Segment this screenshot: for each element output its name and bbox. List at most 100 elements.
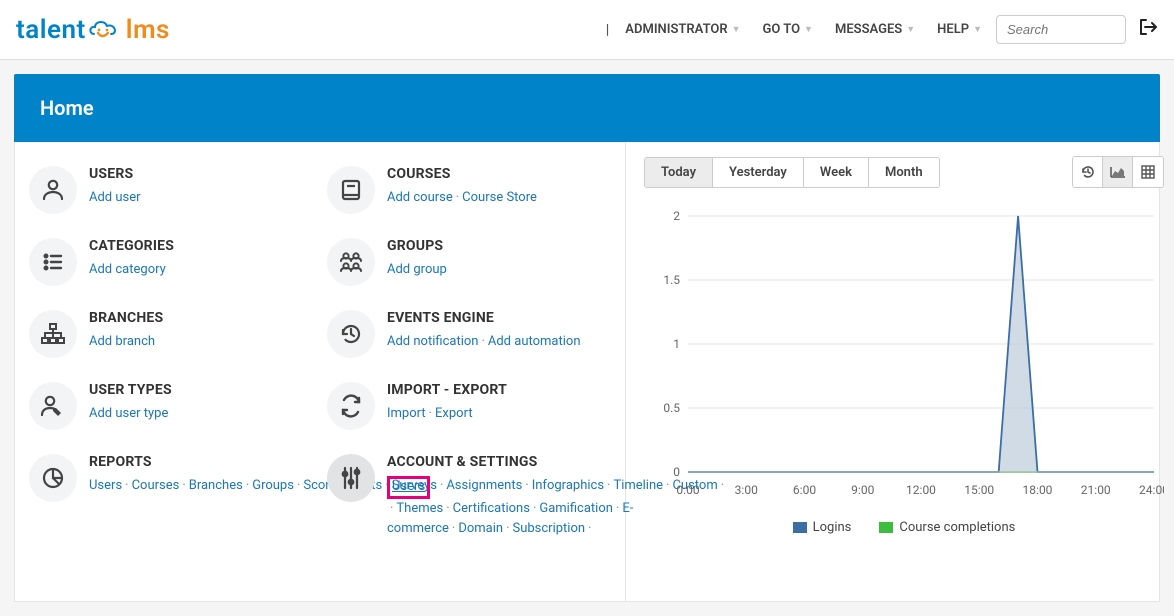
nav-administrator[interactable]: ADMINISTRATOR ▼ (617, 16, 748, 43)
svg-text:18:00: 18:00 (1023, 483, 1053, 497)
svg-text:21:00: 21:00 (1081, 483, 1111, 497)
topbar: talent lms | ADMINISTRATOR ▼ GO TO ▼ MES… (0, 0, 1174, 60)
tree-icon[interactable] (29, 310, 77, 358)
logout-icon[interactable] (1132, 18, 1158, 41)
book-icon[interactable] (327, 166, 375, 214)
widget-events-links: Add notification·Add automation (387, 332, 581, 353)
widget-account-title: ACCOUNT & SETTINGS (387, 454, 607, 470)
link[interactable]: Add notification (387, 334, 478, 349)
range-selector: TodayYesterdayWeekMonth (644, 157, 940, 188)
widget-reports-title: REPORTS (89, 454, 309, 470)
link[interactable]: Add category (89, 262, 166, 277)
svg-text:12:00: 12:00 (906, 483, 936, 497)
nav-administrator-label: ADMINISTRATOR (625, 22, 727, 37)
highlighted-link: Users (387, 476, 430, 499)
nav-help[interactable]: HELP ▼ (929, 16, 990, 43)
groups-icon[interactable] (327, 238, 375, 286)
pie-chart-icon[interactable] (29, 454, 77, 502)
widget-groups-title: GROUPS (387, 238, 447, 254)
svg-text:0.5: 0.5 (663, 401, 680, 415)
range-month[interactable]: Month (869, 158, 939, 187)
view-area-button[interactable] (1103, 157, 1133, 187)
nav-help-label: HELP (937, 22, 969, 37)
view-selector (1072, 156, 1164, 188)
widget-usertypes-title: USER TYPES (89, 382, 172, 398)
link[interactable]: Domain (458, 521, 503, 536)
nav-goto-label: GO TO (763, 22, 801, 37)
sliders-icon[interactable] (327, 454, 375, 502)
widget-usertypes-links: Add user type (89, 404, 172, 425)
widget-account-settings: ACCOUNT & SETTINGS Users·Themes·Certific… (327, 454, 607, 540)
legend-item[interactable]: Course completions (879, 520, 1015, 535)
link[interactable]: Add branch (89, 334, 155, 349)
separator-dot: · (122, 478, 131, 493)
svg-text:1.5: 1.5 (663, 273, 680, 287)
admin-widgets: USERS Add user COURSES Add course·Course… (15, 142, 626, 601)
link[interactable]: Add course (387, 190, 453, 205)
topnav: | ADMINISTRATOR ▼ GO TO ▼ MESSAGES ▼ HEL… (606, 15, 1158, 44)
legend-swatch (793, 522, 807, 533)
link[interactable]: Branches (189, 478, 243, 493)
nav-messages-label: MESSAGES (835, 22, 902, 37)
separator-dot: · (179, 478, 188, 493)
link[interactable]: Add group (387, 262, 447, 277)
link[interactable]: Gamification (539, 501, 613, 516)
link[interactable]: Course Store (462, 190, 537, 205)
page-title-bar: Home (14, 74, 1160, 142)
widget-courses-links: Add course·Course Store (387, 188, 537, 209)
users-icon[interactable] (29, 166, 77, 214)
brand-logo[interactable]: talent lms (16, 15, 170, 45)
brand-cloud-icon (88, 18, 124, 42)
nav-messages[interactable]: MESSAGES ▼ (827, 16, 923, 43)
link[interactable]: Courses (132, 478, 180, 493)
link[interactable]: Users (392, 479, 425, 494)
svg-text:0: 0 (673, 465, 680, 479)
link[interactable]: Add user (89, 190, 141, 205)
link[interactable]: Export (435, 406, 473, 421)
widget-categories-title: CATEGORIES (89, 238, 174, 254)
activity-chart: 00.511.520:003:006:009:0012:0015:0018:00… (644, 206, 1164, 510)
list-icon[interactable] (29, 238, 77, 286)
separator-dot: · (613, 501, 622, 516)
separator-dot: · (443, 501, 452, 516)
brand-text-left: talent (16, 15, 86, 45)
link[interactable]: Subscription (512, 521, 585, 536)
history-icon[interactable] (327, 310, 375, 358)
link[interactable]: Certifications (453, 501, 530, 516)
widget-reports: REPORTS Users·Courses·Branches·Groups·Sc… (29, 454, 309, 540)
separator-dot: · (453, 190, 462, 205)
widget-courses-title: COURSES (387, 166, 537, 182)
widget-groups-links: Add group (387, 260, 447, 281)
nav-goto[interactable]: GO TO ▼ (755, 16, 821, 43)
range-week[interactable]: Week (804, 158, 869, 187)
link[interactable]: Import (387, 406, 426, 421)
widget-categories: CATEGORIES Add category (29, 238, 309, 286)
user-tag-icon[interactable] (29, 382, 77, 430)
svg-text:2: 2 (673, 209, 680, 223)
legend-swatch (879, 522, 893, 533)
link[interactable]: Add user type (89, 406, 168, 421)
sync-icon[interactable] (327, 382, 375, 430)
separator-dot: · (294, 478, 303, 493)
widget-categories-links: Add category (89, 260, 174, 281)
link[interactable]: Themes (396, 501, 443, 516)
range-today[interactable]: Today (645, 158, 713, 187)
view-grid-button[interactable] (1133, 157, 1163, 187)
search-input[interactable] (996, 15, 1126, 44)
chevron-down-icon: ▼ (973, 24, 982, 35)
range-yesterday[interactable]: Yesterday (713, 158, 804, 187)
legend-item[interactable]: Logins (793, 520, 852, 535)
widget-groups: GROUPS Add group (327, 238, 607, 286)
widget-branches-title: BRANCHES (89, 310, 163, 326)
activity-panel: TodayYesterdayWeekMonth 00.511.520:003:0… (626, 142, 1174, 601)
svg-text:9:00: 9:00 (851, 483, 874, 497)
widget-events-title: EVENTS ENGINE (387, 310, 581, 326)
link[interactable]: Users (89, 478, 122, 493)
separator-dot: · (243, 478, 252, 493)
link[interactable]: Add automation (488, 334, 581, 349)
separator-dot: · (530, 501, 539, 516)
view-timeline-button[interactable] (1073, 157, 1103, 187)
separator-dot: · (387, 501, 396, 516)
widget-importexport: IMPORT - EXPORT Import·Export (327, 382, 607, 430)
link[interactable]: Groups (252, 478, 294, 493)
